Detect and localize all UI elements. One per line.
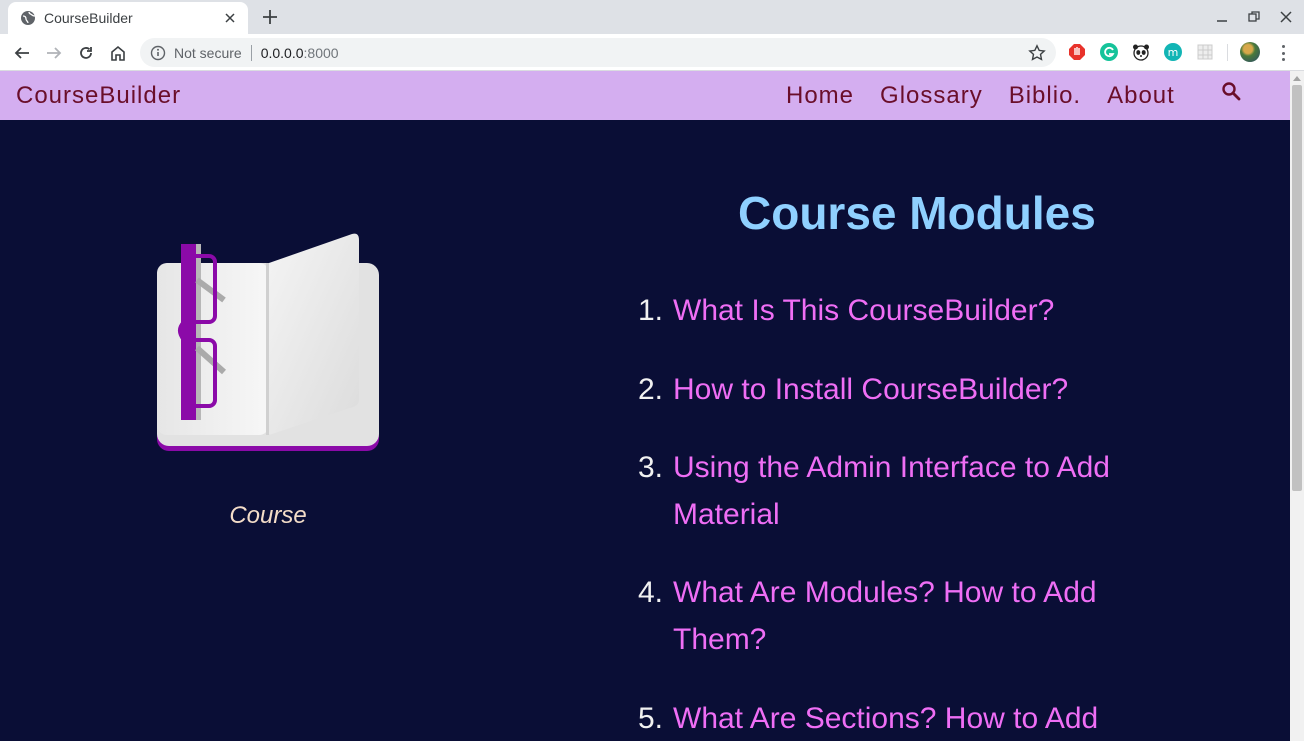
course-caption: Course bbox=[229, 502, 307, 529]
address-bar[interactable]: Not secure 0.0.0.0:8000 bbox=[140, 38, 1056, 67]
info-icon[interactable] bbox=[150, 45, 166, 61]
home-icon[interactable] bbox=[106, 41, 130, 65]
nav-links: Home Glossary Biblio. About bbox=[786, 82, 1175, 110]
module-list-item: 1. What Is This CourseBuilder? bbox=[638, 287, 1158, 334]
module-link[interactable]: What Are Modules? How to Add Them? bbox=[673, 569, 1158, 663]
globe-icon bbox=[20, 10, 36, 26]
nav-home-link[interactable]: Home bbox=[786, 82, 854, 110]
reload-icon[interactable] bbox=[74, 41, 98, 65]
new-tab-plus-icon[interactable] bbox=[260, 7, 280, 27]
nav-glossary-link[interactable]: Glossary bbox=[880, 82, 983, 110]
close-tab-icon[interactable] bbox=[222, 10, 238, 26]
search-icon[interactable] bbox=[1221, 81, 1243, 103]
profile-avatar[interactable] bbox=[1240, 42, 1260, 62]
nav-about-link[interactable]: About bbox=[1107, 82, 1175, 110]
module-link-line: Material bbox=[673, 498, 780, 531]
module-link[interactable]: What Are Sections? How to Add bbox=[673, 695, 1158, 741]
nav-biblio-link[interactable]: Biblio. bbox=[1009, 82, 1081, 110]
forward-arrow-icon[interactable] bbox=[42, 41, 66, 65]
module-link[interactable]: How to Install CourseBuilder? bbox=[673, 366, 1158, 413]
scrollbar-thumb[interactable] bbox=[1292, 85, 1302, 491]
course-modules-heading: Course Modules bbox=[738, 187, 1096, 239]
tab-title: CourseBuilder bbox=[44, 10, 133, 26]
site-navbar: CourseBuilder Home Glossary Biblio. Abou… bbox=[0, 71, 1290, 120]
scroll-up-arrow-icon[interactable] bbox=[1290, 71, 1304, 85]
site-brand-link[interactable]: CourseBuilder bbox=[16, 82, 181, 110]
module-link-line: What Are Modules? How to Add bbox=[673, 576, 1097, 609]
module-link-line: Using the Admin Interface to Add bbox=[673, 451, 1110, 484]
main-content: Course Course Modules 1. What Is This Cou… bbox=[0, 120, 1290, 741]
adblock-icon[interactable] bbox=[1068, 43, 1086, 61]
module-list-item: 5. What Are Sections? How to Add bbox=[638, 695, 1158, 741]
grammarly-icon[interactable] bbox=[1100, 43, 1118, 61]
module-list-item: 2. How to Install CourseBuilder? bbox=[638, 366, 1158, 413]
window-controls bbox=[1210, 6, 1298, 28]
grid-extension-icon[interactable] bbox=[1196, 43, 1214, 61]
module-number: 2. bbox=[638, 373, 664, 406]
security-label: Not secure bbox=[174, 44, 242, 61]
module-link-line: What Is This CourseBuilder? bbox=[673, 294, 1055, 327]
module-link[interactable]: Using the Admin Interface to Add Material bbox=[673, 444, 1158, 538]
open-book-with-glasses-icon bbox=[150, 230, 390, 455]
browser-tabstrip: CourseBuilder bbox=[0, 0, 1304, 34]
module-link-line: How to Install CourseBuilder? bbox=[673, 373, 1069, 406]
page-scrollbar[interactable] bbox=[1290, 71, 1304, 741]
back-arrow-icon[interactable] bbox=[10, 41, 34, 65]
module-number: 5. bbox=[638, 702, 664, 735]
minimize-icon[interactable] bbox=[1210, 6, 1234, 28]
m-extension-icon[interactable]: m bbox=[1164, 43, 1182, 61]
browser-toolbar: Not secure 0.0.0.0:8000 m bbox=[0, 34, 1304, 71]
toolbar-divider bbox=[1227, 44, 1228, 61]
close-window-icon[interactable] bbox=[1274, 6, 1298, 28]
restore-icon[interactable] bbox=[1242, 6, 1266, 28]
browser-menu-icon[interactable] bbox=[1274, 43, 1292, 63]
omnibox-divider bbox=[250, 44, 252, 61]
module-list-item: 3. Using the Admin Interface to Add Materi… bbox=[638, 444, 1158, 538]
module-link[interactable]: What Is This CourseBuilder? bbox=[673, 287, 1158, 334]
url-port: :8000 bbox=[303, 44, 339, 61]
url-host: 0.0.0.0 bbox=[260, 44, 304, 61]
module-link-line: What Are Sections? How to Add bbox=[673, 702, 1099, 735]
module-number: 1. bbox=[638, 294, 664, 327]
browser-tab[interactable]: CourseBuilder bbox=[8, 2, 248, 34]
module-number: 3. bbox=[638, 451, 664, 484]
module-list-item: 4. What Are Modules? How to Add Them? bbox=[638, 569, 1158, 663]
bookmark-star-icon[interactable] bbox=[1028, 44, 1046, 62]
panda-icon[interactable] bbox=[1132, 43, 1150, 61]
module-number: 4. bbox=[638, 576, 664, 609]
module-link-line: Them? bbox=[673, 623, 767, 656]
